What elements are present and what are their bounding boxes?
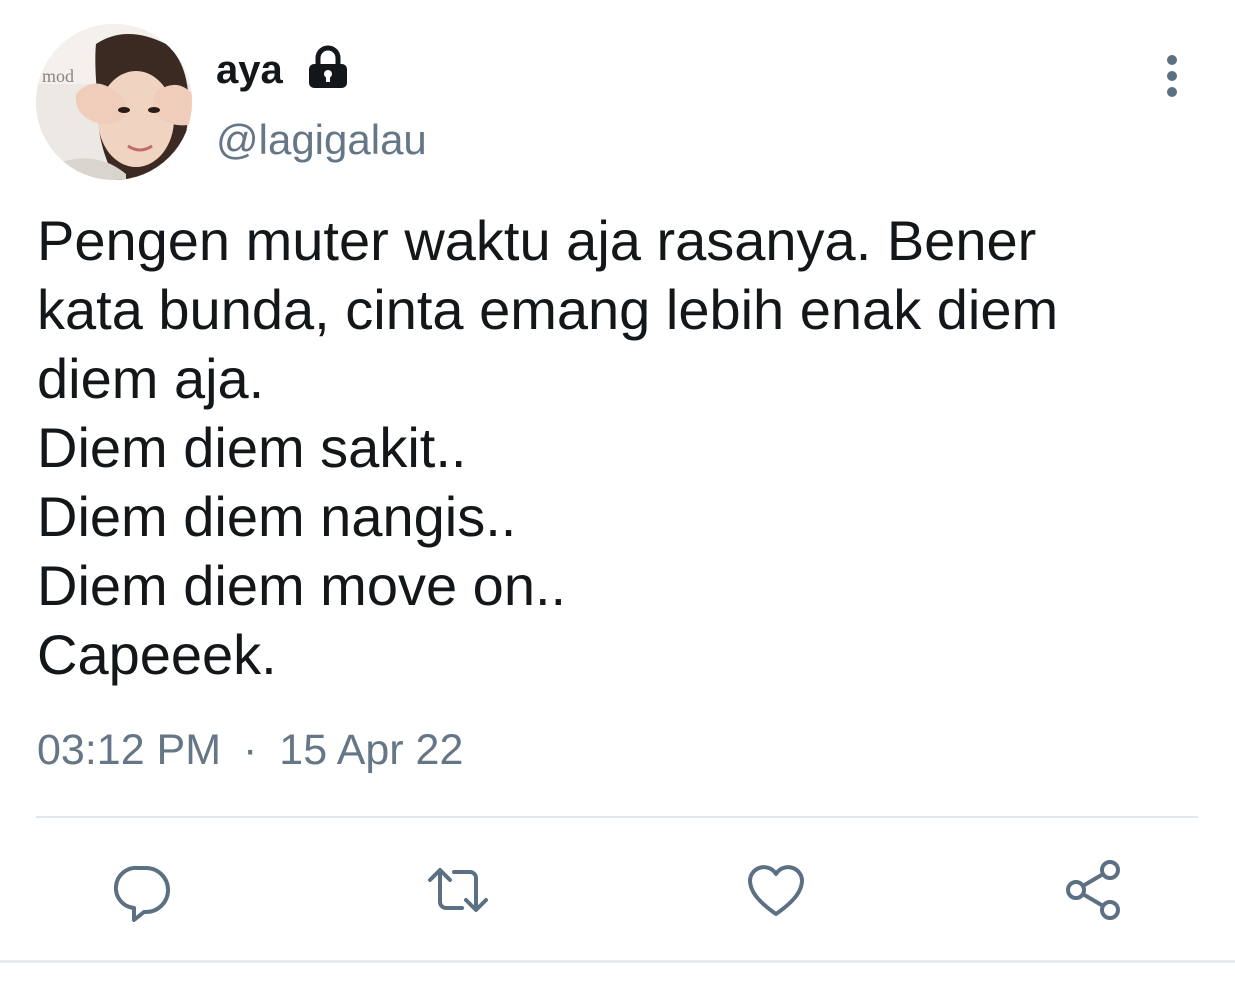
tweet-text-line: kata bunda, cinta emang lebih enak diem	[37, 278, 1059, 341]
author-name-row: aya	[216, 40, 351, 100]
svg-text:mod: mod	[42, 66, 74, 86]
tweet-text-line: Diem diem nangis..	[37, 485, 517, 548]
lock-icon	[305, 44, 351, 90]
reply-button[interactable]	[106, 854, 178, 926]
tweet-text-line: Diem diem sakit..	[37, 416, 467, 479]
tweet-time: 03:12 PM	[37, 726, 222, 774]
tweet-text-line: Capeeek.	[37, 623, 277, 686]
tweet-text-line: Diem diem move on..	[37, 554, 567, 617]
retweet-icon	[428, 868, 488, 912]
bottom-divider	[0, 960, 1235, 963]
reply-icon	[113, 865, 170, 922]
tweet-text: Pengen muter waktu aja rasanya. Bener ka…	[37, 206, 1207, 689]
more-vertical-icon	[1167, 55, 1177, 97]
retweet-button[interactable]	[422, 854, 494, 926]
more-options-button[interactable]	[1150, 48, 1194, 104]
user-photo-avatar-icon: mod	[36, 24, 192, 180]
display-name[interactable]: aya	[216, 48, 283, 93]
avatar[interactable]: mod	[36, 24, 192, 180]
share-button[interactable]	[1058, 854, 1130, 926]
tweet-text-line: diem aja.	[37, 347, 265, 410]
tweet: mod aya @lagigalau Pengen muter waktu aj…	[0, 0, 1235, 981]
tweet-text-line: Pengen muter waktu aja rasanya. Bener	[37, 209, 1037, 272]
like-button[interactable]	[740, 854, 812, 926]
tweet-timestamp[interactable]: 03:12 PM · 15 Apr 22	[37, 726, 463, 775]
tweet-date: 15 Apr 22	[279, 726, 464, 774]
timestamp-separator: ·	[243, 726, 258, 774]
heart-icon	[748, 865, 804, 916]
share-icon	[1066, 860, 1120, 920]
divider	[36, 816, 1198, 818]
user-handle[interactable]: @lagigalau	[216, 116, 427, 164]
